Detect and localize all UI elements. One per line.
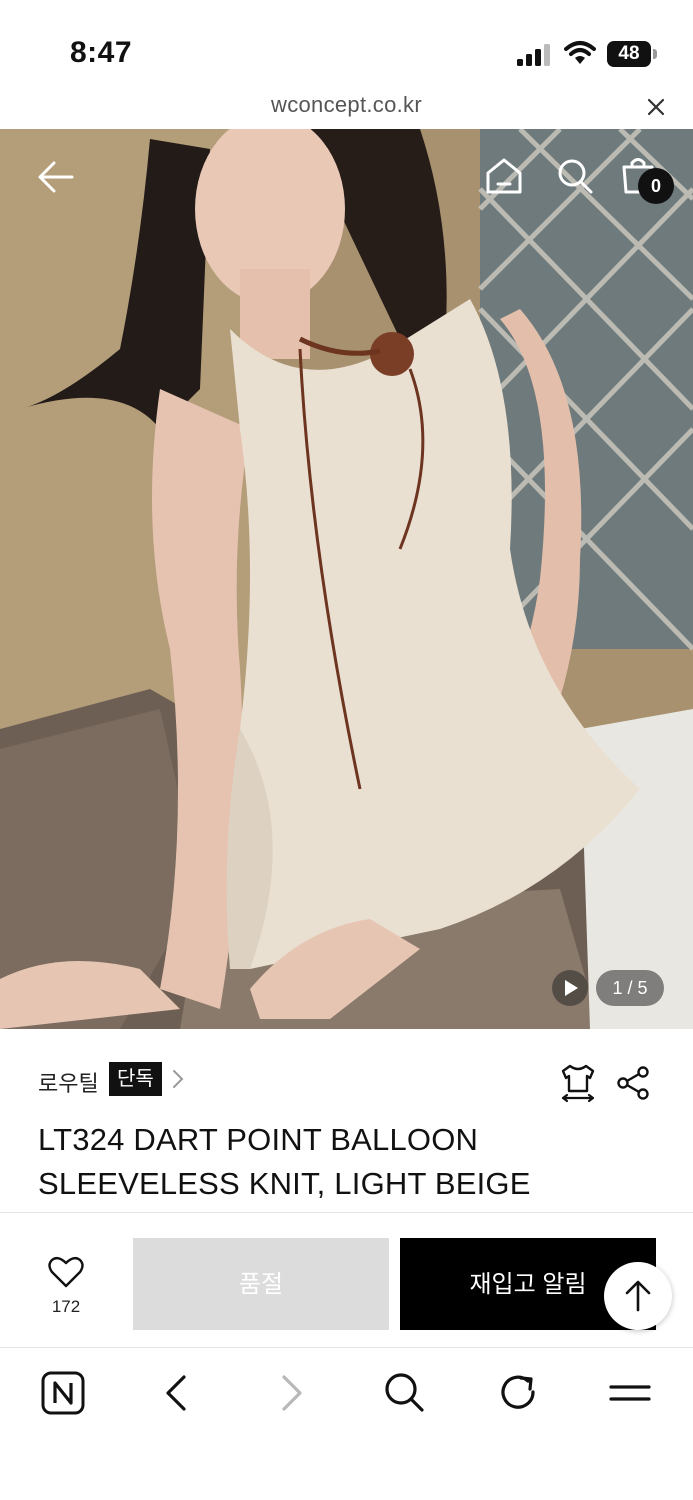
exclusive-badge: 단독 [109,1062,162,1096]
refresh-icon[interactable] [497,1371,539,1413]
home-icon[interactable] [485,157,523,195]
n-logo-icon[interactable] [40,1370,86,1416]
play-icon [565,980,578,996]
brand-name[interactable]: 로우틸 [38,1066,99,1098]
battery-level: 48 [607,41,651,67]
wifi-icon [564,41,596,64]
like-count: 172 [51,1297,81,1316]
arrow-left-icon[interactable] [36,157,76,197]
cellular-signal-icon [517,44,550,66]
cart-count-badge: 0 [638,168,674,204]
scroll-top-button[interactable] [604,1262,672,1330]
product-image-gallery[interactable]: 0 1 / 5 [0,129,693,1029]
divider [0,1347,693,1348]
menu-icon[interactable] [608,1378,652,1408]
heart-icon[interactable] [48,1256,84,1288]
soldout-button: 품절 [133,1238,389,1330]
status-time: 8:47 [70,36,133,69]
arrow-up-icon [625,1280,651,1312]
close-icon[interactable] [644,95,668,119]
play-button[interactable] [552,970,588,1006]
product-photo [0,129,693,1029]
search-icon[interactable] [556,157,594,195]
chevron-right-icon[interactable] [170,1068,186,1090]
search-icon[interactable] [383,1371,425,1413]
size-guide-icon[interactable] [559,1063,597,1103]
battery-indicator: 48 [607,41,657,67]
back-icon[interactable] [160,1373,192,1413]
share-icon[interactable] [616,1066,650,1100]
browser-url[interactable]: wconcept.co.kr [0,92,693,118]
forward-icon [282,1375,302,1411]
product-title: LT324 DART POINT BALLOON SLEEVELESS KNIT… [38,1122,531,1201]
divider [0,1212,693,1213]
image-counter: 1 / 5 [596,970,664,1006]
